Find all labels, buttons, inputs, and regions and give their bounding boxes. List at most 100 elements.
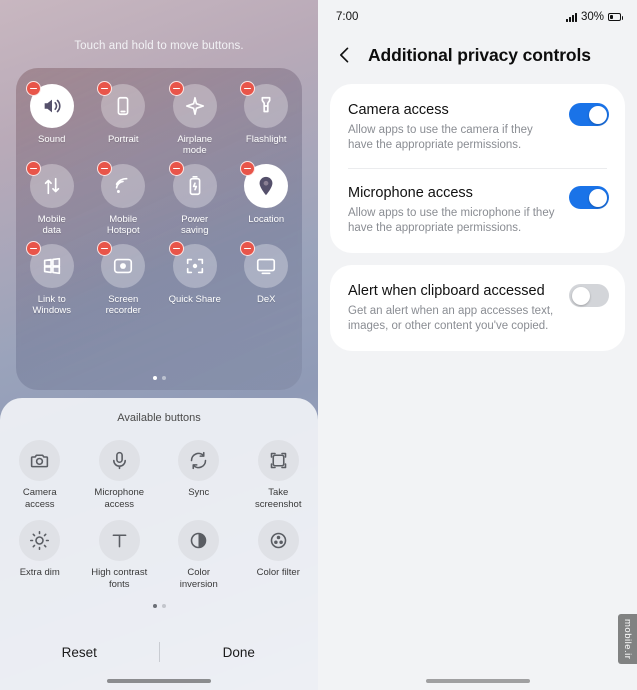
available-tile-label: Color filter (256, 567, 300, 578)
screen-recorder-icon[interactable] (97, 241, 146, 288)
available-buttons-card: Available buttons Camera access Microphone… (0, 398, 318, 690)
available-tiles-grid: Camera access Microphone access Sync Take scre… (0, 440, 318, 590)
extra-dim-icon[interactable] (19, 520, 61, 561)
setting-description: Allow apps to use the microphone if they… (348, 207, 555, 234)
camera-icon[interactable] (19, 440, 61, 481)
setting-title: Alert when clipboard accessed (348, 283, 545, 299)
setting-row[interactable]: Alert when clipboard accessed Get an aler… (330, 267, 625, 349)
privacy-settings-screen: 7:00 30% Additional privacy controls Cam… (318, 0, 637, 690)
mobile-data-icon[interactable] (25, 161, 74, 208)
remove-tile-badge[interactable] (168, 161, 184, 176)
status-bar: 7:00 30% (318, 0, 637, 34)
remove-tile-badge[interactable] (240, 81, 256, 96)
quick-tile-label: Sound (38, 134, 66, 145)
remove-tile-badge[interactable] (25, 241, 41, 256)
microphone-icon[interactable] (98, 440, 140, 481)
quick-tile-label: DeX (257, 294, 276, 305)
color-inversion-icon[interactable] (178, 520, 220, 561)
quick-tile-label: Portrait (107, 134, 139, 145)
sync-icon[interactable] (178, 440, 220, 481)
done-button[interactable]: Done (160, 645, 319, 660)
quick-tile-label: Location (248, 214, 285, 225)
flashlight-icon[interactable] (240, 81, 289, 128)
toggle-knob (571, 286, 590, 305)
quick-tile[interactable]: Mobile Hotspot (88, 161, 160, 236)
color-filter-icon[interactable] (257, 520, 299, 561)
toggle-knob (588, 188, 607, 207)
available-tile-label: Color inversion (179, 567, 218, 590)
quick-panel-edit-screen: Touch and hold to move buttons. Sound Por… (0, 0, 318, 690)
available-tile[interactable]: Sync (159, 440, 239, 510)
available-tile-label: Extra dim (19, 567, 60, 578)
link-to-windows-icon[interactable] (25, 241, 74, 288)
available-tile[interactable]: Microphone access (80, 440, 160, 510)
edit-hint-text: Touch and hold to move buttons. (74, 40, 244, 52)
available-tile[interactable]: Take screenshot (239, 440, 319, 510)
toggle-knob (588, 105, 607, 124)
available-tile[interactable]: High contrast fonts (80, 520, 160, 590)
quick-tile[interactable]: Flashlight (231, 81, 303, 156)
quick-tile[interactable]: Airplane mode (159, 81, 231, 156)
reset-button[interactable]: Reset (0, 645, 159, 660)
remove-tile-badge[interactable] (97, 161, 113, 176)
power-saving-icon[interactable] (168, 161, 217, 208)
setting-row[interactable]: Camera access Allow apps to use the camer… (330, 86, 625, 168)
high-contrast-fonts-icon[interactable] (98, 520, 140, 561)
quick-tile[interactable]: Quick Share (159, 241, 231, 316)
portrait-rotation-icon[interactable] (97, 81, 146, 128)
quick-tile[interactable]: Power saving (159, 161, 231, 236)
quick-tile-label: Mobile Hotspot (106, 214, 140, 236)
quick-tile-label: Power saving (181, 214, 209, 236)
page-dot[interactable] (161, 376, 166, 380)
quick-tile-label: Airplane mode (177, 134, 213, 156)
quick-tile[interactable]: Link to Windows (16, 241, 88, 316)
location-pin-icon[interactable] (240, 161, 289, 208)
setting-title: Microphone access (348, 185, 473, 201)
quick-tile[interactable]: Screen recorder (88, 241, 160, 316)
dual-screenshot: Touch and hold to move buttons. Sound Por… (0, 0, 637, 690)
setting-description: Allow apps to use the camera if they hav… (348, 124, 533, 151)
remove-tile-badge[interactable] (97, 241, 113, 256)
quick-tiles-grid: Sound Portrait Airplane mode Flashlight Mobil… (16, 81, 303, 316)
available-buttons-title: Available buttons (117, 412, 201, 424)
quick-share-icon[interactable] (168, 241, 217, 288)
available-page-dots (0, 604, 318, 608)
hotspot-icon[interactable] (97, 161, 146, 208)
available-tile[interactable]: Color filter (239, 520, 319, 590)
airplane-icon[interactable] (168, 81, 217, 128)
remove-tile-badge[interactable] (168, 241, 184, 256)
watermark: mobile.ir (618, 613, 637, 664)
chevron-left-icon[interactable] (334, 44, 356, 66)
quick-tile[interactable]: Location (231, 161, 303, 236)
available-tile[interactable]: Color inversion (159, 520, 239, 590)
remove-tile-badge[interactable] (25, 81, 41, 96)
signal-icon (565, 12, 577, 22)
available-tile[interactable]: Extra dim (0, 520, 80, 590)
available-tile-label: Sync (188, 487, 210, 498)
screenshot-icon[interactable] (257, 440, 299, 481)
remove-tile-badge[interactable] (240, 241, 256, 256)
remove-tile-badge[interactable] (97, 81, 113, 96)
setting-toggle[interactable] (569, 103, 609, 126)
remove-tile-badge[interactable] (168, 81, 184, 96)
quick-tile[interactable]: Sound (16, 81, 88, 156)
battery-icon (608, 13, 623, 21)
page-dot[interactable] (161, 604, 166, 608)
quick-tile-label: Screen recorder (105, 294, 141, 316)
sound-icon[interactable] (25, 81, 74, 128)
setting-toggle[interactable] (569, 284, 609, 307)
quick-tile[interactable]: Portrait (88, 81, 160, 156)
page-dot[interactable] (152, 604, 157, 608)
setting-description: Get an alert when an app accesses text, … (348, 305, 554, 332)
home-indicator-right[interactable] (425, 679, 530, 683)
home-indicator-left[interactable] (107, 679, 211, 683)
remove-tile-badge[interactable] (240, 161, 256, 176)
remove-tile-badge[interactable] (25, 161, 41, 176)
page-dot[interactable] (152, 376, 157, 380)
quick-tile[interactable]: DeX (231, 241, 303, 316)
quick-tile[interactable]: Mobile data (16, 161, 88, 236)
available-tile[interactable]: Camera access (0, 440, 80, 510)
setting-row[interactable]: Microphone access Allow apps to use the m… (330, 169, 625, 251)
setting-toggle[interactable] (569, 186, 609, 209)
dex-icon[interactable] (240, 241, 289, 288)
